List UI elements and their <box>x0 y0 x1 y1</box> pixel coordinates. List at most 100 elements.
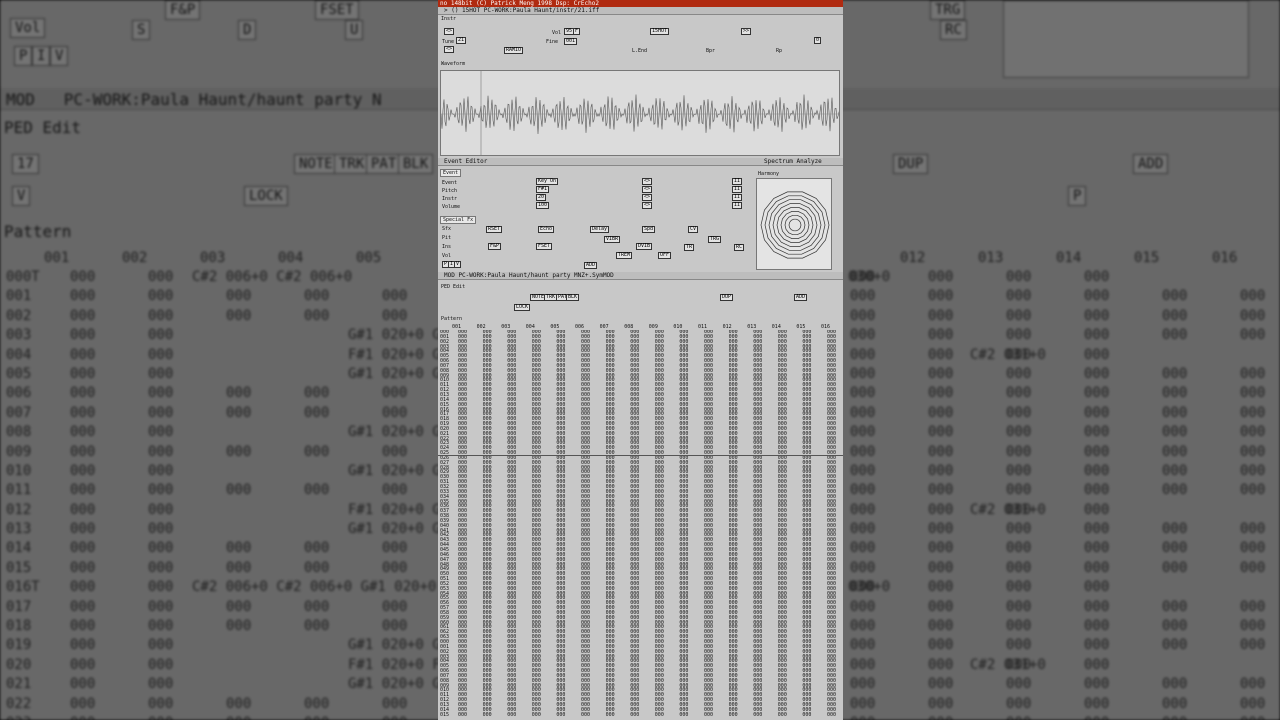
bg-row-number: 009 <box>6 443 32 460</box>
fx-button[interactable]: OFF <box>658 252 672 259</box>
bg-cell: 000 <box>928 715 953 720</box>
bg-row-number: 000T <box>6 269 40 285</box>
bg-pat-button: PAT <box>366 154 402 174</box>
fx-piv-button[interactable]: V <box>454 261 462 268</box>
mod-path-bar[interactable]: MOD PC-WORK:Paula Haunt/haunt party MNZ+… <box>438 272 843 280</box>
bg-cell: 000 <box>226 307 252 324</box>
event-row-value[interactable]: F#1 <box>536 186 550 193</box>
waveform-display[interactable] <box>440 70 840 156</box>
bg-cell: 000 <box>226 404 252 421</box>
event-row-stepper[interactable]: <> <box>642 194 653 201</box>
bg-cell: 000 <box>1084 443 1110 460</box>
bg-cell: 000 <box>382 385 408 402</box>
fx-button[interactable]: Delay <box>590 226 610 233</box>
fine-value[interactable]: 001 <box>564 38 578 45</box>
rp-value[interactable]: 0 <box>814 37 822 44</box>
bg-track-header-cell: 004 <box>278 250 304 266</box>
fx-button[interactable]: DVIB <box>636 243 653 250</box>
bg-cell: 000 <box>70 385 96 402</box>
event-row-stepper[interactable]: <> <box>642 186 653 193</box>
bg-cell: 000 <box>1084 385 1110 402</box>
sample-15hot-button[interactable]: 15HOT <box>650 28 670 35</box>
bg-cell: 000 <box>70 443 96 460</box>
bg-blk-button: BLK <box>398 154 434 174</box>
ramio-button[interactable]: RAMIO <box>504 47 524 54</box>
fx-button[interactable]: TREM <box>616 252 633 259</box>
instr-step-box[interactable]: <> <box>444 28 455 35</box>
fx-button[interactable]: CV <box>688 226 699 233</box>
bg-cell: 000 <box>928 288 954 305</box>
bg-row-number: 022 <box>6 695 32 712</box>
event-row-value[interactable]: Key On <box>536 178 559 185</box>
bg-cell: 000 <box>382 598 408 615</box>
event-row-value[interactable]: 20 <box>536 194 547 201</box>
pattern-toolbar-button[interactable]: BLK <box>566 294 580 301</box>
bg-cell: 000 <box>70 365 96 382</box>
event-row-label: Event <box>442 180 458 186</box>
fx-button[interactable]: F&P <box>488 243 502 250</box>
bg-cell: 000 <box>70 715 95 720</box>
bg-cell: 000 <box>850 404 876 421</box>
event-row-toggle[interactable]: II <box>732 186 743 193</box>
bg-cell: 000 <box>1006 462 1032 479</box>
instr-nav-box[interactable]: >> <box>741 28 752 35</box>
tune-value[interactable]: 21 <box>456 37 467 44</box>
bg-cell: 000 <box>1006 288 1032 305</box>
bg-cell: 000 <box>70 676 96 693</box>
bg-cell: 000 <box>382 288 408 305</box>
fx-button[interactable]: FSET <box>536 243 553 250</box>
bg-cell: 000 <box>70 482 96 499</box>
bg-note-cell: G#1 020+0 G <box>348 676 441 693</box>
instr-path-bar[interactable]: > () 15HOT PC-WORK:Paula Haunt/instr/21.… <box>438 7 843 15</box>
fx-row-label: Pit <box>442 235 452 241</box>
window-titlebar[interactable]: no 148bit (C) Patrick Meng 1998 Dsp: CrE… <box>438 0 843 7</box>
bg-track-header-cell: 012 <box>900 250 926 266</box>
spectrum-titlebar[interactable]: Spectrum Analyze <box>758 158 843 166</box>
fx-button[interactable]: RC <box>734 244 745 251</box>
bg-cell: 000 <box>1162 385 1188 402</box>
bg-cell: 000 <box>304 307 330 324</box>
bg-row-number: 017 <box>6 598 32 615</box>
event-editor-titlebar[interactable]: Event Editor <box>438 158 758 166</box>
fx-button[interactable]: RSET <box>486 226 503 233</box>
bg-cell: 000 <box>70 540 96 557</box>
fx-button[interactable]: Echo <box>538 226 555 233</box>
f-button[interactable]: F <box>573 28 581 35</box>
pattern-toolbar-button[interactable]: ADD <box>794 294 808 301</box>
pattern-cell: 000 <box>704 711 714 718</box>
pattern-toolbar-button[interactable]: LOCK <box>514 304 531 311</box>
bg-cell: 000 <box>1084 656 1110 673</box>
bg-cell: 000 <box>1162 676 1188 693</box>
fx-button[interactable]: Spd <box>642 226 656 233</box>
bg-row-number: 019 <box>6 637 32 654</box>
instr-num-box[interactable]: <> <box>444 46 455 53</box>
bg-cell: 000 <box>70 462 96 479</box>
bg-cell: 000 <box>382 540 408 557</box>
event-row-stepper[interactable]: <> <box>642 178 653 185</box>
bg-cell: 000 <box>850 540 876 557</box>
bg-pattern-label: Pattern <box>4 222 72 241</box>
pattern-grid[interactable]: 000 000 000 000 000 000 000 000 000 000 000 000 000 0… <box>440 330 840 718</box>
event-row-value[interactable]: 100 <box>536 202 550 209</box>
event-row-stepper[interactable]: <> <box>642 202 653 209</box>
bg-cell: 000 <box>226 598 252 615</box>
event-row-toggle[interactable]: II <box>732 178 743 185</box>
fx-button[interactable]: ADD <box>584 262 598 269</box>
bg-cell: 000 <box>1240 540 1266 557</box>
fx-button[interactable]: VIBR <box>604 236 621 243</box>
fx-button[interactable]: TRG <box>708 236 722 243</box>
bg-add-button: ADD <box>1133 154 1169 174</box>
event-row-toggle[interactable]: II <box>732 202 743 209</box>
pattern-cell: 000 <box>556 711 566 718</box>
bg-cell: 000 <box>1162 540 1188 557</box>
fx-button[interactable]: TR <box>684 244 695 251</box>
pattern-cell: 000 <box>728 711 738 718</box>
bg-cell: 000 <box>1006 404 1032 421</box>
pattern-cell: 000 <box>581 711 591 718</box>
pattern-toolbar-button[interactable]: DUP <box>720 294 734 301</box>
bg-cell: 000 <box>1162 521 1188 538</box>
bg-cell: 000 <box>850 715 875 720</box>
event-row-toggle[interactable]: II <box>732 194 743 201</box>
bg-cell: 000 <box>850 424 876 441</box>
pattern-row[interactable]: 015 000 000 000 000 000 000 000 000 000 000 000 000 0… <box>440 711 840 718</box>
